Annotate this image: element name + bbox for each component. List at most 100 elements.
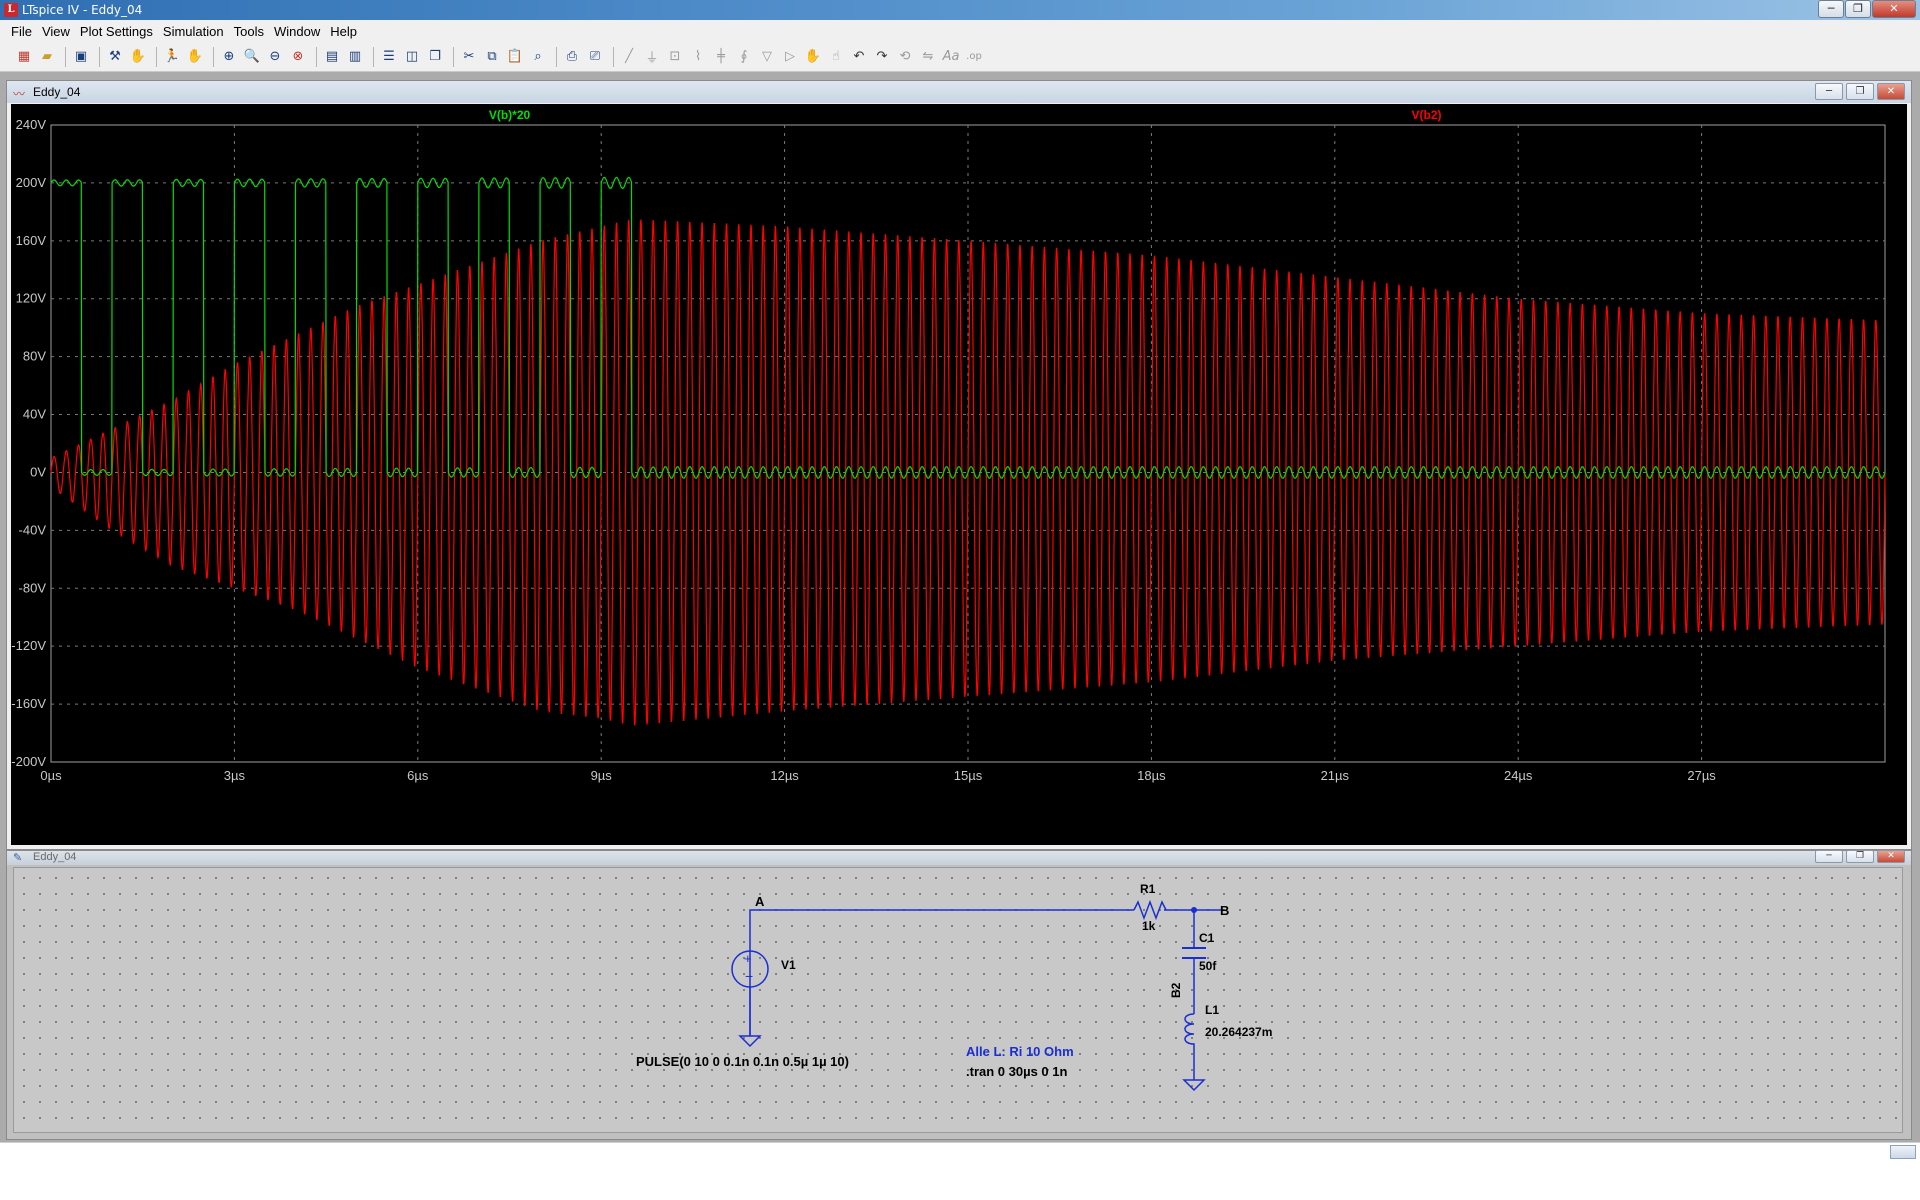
- menu-simulation[interactable]: Simulation: [158, 24, 229, 39]
- close-button[interactable]: ✕: [1872, 0, 1916, 18]
- capacitor-c1[interactable]: [1182, 947, 1206, 959]
- drag-icon[interactable]: ☝: [826, 46, 846, 68]
- control-panel-icon[interactable]: ⚒: [105, 46, 125, 68]
- x-tick-label: 27µs: [1687, 768, 1716, 783]
- c1-value-label[interactable]: 50f: [1199, 959, 1217, 973]
- undo-icon[interactable]: ↶: [849, 46, 869, 68]
- zoom-out-icon[interactable]: 🔍: [242, 46, 262, 68]
- comment-text[interactable]: Alle L: Ri 10 Ohm: [966, 1044, 1074, 1059]
- voltage-source-v1[interactable]: + −: [731, 950, 769, 988]
- halt-icon[interactable]: ✋: [128, 46, 148, 68]
- autorange-icon[interactable]: ▤: [322, 46, 342, 68]
- menu-plot-settings[interactable]: Plot Settings: [75, 24, 158, 39]
- v1-name-label[interactable]: V1: [781, 958, 796, 972]
- zoom-fit-icon[interactable]: ⊖: [265, 46, 285, 68]
- x-tick-label: 3µs: [224, 768, 246, 783]
- menu-window[interactable]: Window: [269, 24, 325, 39]
- minimize-button[interactable]: ─: [1818, 0, 1844, 18]
- run-icon[interactable]: 🏃: [162, 46, 182, 68]
- y-tick-label: 200V: [16, 175, 47, 190]
- schematic-maximize-button[interactable]: ❐: [1846, 850, 1874, 863]
- ground-icon[interactable]: ⏚: [642, 46, 662, 68]
- zoom-cancel-icon[interactable]: ⊗: [288, 46, 308, 68]
- plot-maximize-button[interactable]: ❐: [1846, 83, 1874, 100]
- spice-directive-text[interactable]: .tran 0 30µs 0 1n: [966, 1064, 1067, 1079]
- text-icon[interactable]: Aa: [941, 46, 961, 68]
- schematic-minimize-button[interactable]: ─: [1815, 850, 1843, 863]
- redo-icon[interactable]: ↷: [872, 46, 892, 68]
- schematic-window-controls: ─ ❐ ✕: [1812, 850, 1905, 863]
- print-icon[interactable]: ⎙: [562, 46, 582, 68]
- schematic-window[interactable]: ✎ Eddy_04 ─ ❐ ✕ + − A B R1 1k C1 50f B2 …: [6, 850, 1912, 1140]
- menu-tools[interactable]: Tools: [229, 24, 269, 39]
- print-preview-icon[interactable]: ⎚: [585, 46, 605, 68]
- l1-value-label[interactable]: 20.264237m: [1205, 1025, 1272, 1039]
- x-tick-label: 9µs: [591, 768, 613, 783]
- tile-vertical-icon[interactable]: ◫: [402, 46, 422, 68]
- paste-icon[interactable]: 📋: [505, 46, 525, 68]
- l1-name-label[interactable]: L1: [1205, 1003, 1219, 1017]
- inductor-icon[interactable]: ∮: [734, 46, 754, 68]
- waveform-icon: 〰: [13, 87, 26, 101]
- capacitor-icon[interactable]: ╪: [711, 46, 731, 68]
- r1-value-label[interactable]: 1k: [1142, 919, 1156, 933]
- junction-dot: [1191, 907, 1197, 913]
- waveform-svg[interactable]: 240V 200V 160V 120V 80V 40V 0V -40V -80V -120V -16…: [11, 104, 1907, 845]
- open-icon[interactable]: ▰: [37, 46, 57, 68]
- y-tick-label: -80V: [19, 580, 47, 595]
- component-icon[interactable]: ▷: [780, 46, 800, 68]
- new-schematic-icon[interactable]: ▦: [14, 46, 34, 68]
- zoom-in-icon[interactable]: ⊕: [219, 46, 239, 68]
- plot-minimize-button[interactable]: ─: [1815, 83, 1843, 100]
- node-label-a[interactable]: A: [755, 894, 765, 909]
- schematic-close-button[interactable]: ✕: [1877, 850, 1905, 863]
- inductor-l1[interactable]: [1184, 1013, 1195, 1048]
- menu-file[interactable]: File: [6, 24, 37, 39]
- menu-view[interactable]: View: [37, 24, 75, 39]
- diode-icon[interactable]: ▽: [757, 46, 777, 68]
- wire-a-to-r1[interactable]: [749, 909, 1134, 1036]
- tile-horizontal-icon[interactable]: ☰: [379, 46, 399, 68]
- c1-name-label[interactable]: C1: [1199, 931, 1215, 945]
- plot-window-titlebar[interactable]: 〰 Eddy_04 ─ ❐ ✕: [7, 81, 1911, 103]
- y-tick-label: -160V: [11, 696, 46, 711]
- find-icon[interactable]: ⌕: [528, 46, 548, 68]
- r1-name-label[interactable]: R1: [1140, 882, 1156, 896]
- save-icon[interactable]: ▣: [71, 46, 91, 68]
- resistor-r1[interactable]: [1133, 899, 1167, 921]
- mark-icon[interactable]: ▥: [345, 46, 365, 68]
- title-bar: L LTspice IV - Eddy_04 ─ ❐ ✕: [0, 0, 1920, 20]
- x-tick-label: 24µs: [1504, 768, 1533, 783]
- wire-icon[interactable]: ╱: [619, 46, 639, 68]
- b2-name-label[interactable]: B2: [1169, 982, 1183, 998]
- plot-close-button[interactable]: ✕: [1877, 83, 1905, 100]
- rotate-icon[interactable]: ⟲: [895, 46, 915, 68]
- pan-icon[interactable]: ✋: [185, 46, 205, 68]
- menu-help[interactable]: Help: [325, 24, 362, 39]
- node-label-b[interactable]: B: [1220, 903, 1229, 918]
- plot-window[interactable]: 〰 Eddy_04 ─ ❐ ✕ 240V 200V 160V 120V 80V 40V 0V…: [6, 80, 1912, 850]
- schematic-canvas[interactable]: + − A B R1 1k C1 50f B2 L1 20.264237m V1…: [13, 867, 1903, 1133]
- resize-grip[interactable]: [1890, 1145, 1916, 1159]
- trace-label: V(b)*20: [489, 108, 531, 122]
- schematic-svg[interactable]: + − A B R1 1k C1 50f B2 L1 20.264237m V1…: [14, 868, 1904, 1134]
- waveform-plot[interactable]: 240V 200V 160V 120V 80V 40V 0V -40V -80V -120V -16…: [11, 104, 1907, 845]
- toolbar-separator: [156, 46, 157, 67]
- label-icon[interactable]: ⊡: [665, 46, 685, 68]
- copy-icon[interactable]: ⧉: [482, 46, 502, 68]
- y-tick-label: 80V: [23, 349, 46, 364]
- resistor-icon[interactable]: ⌇: [688, 46, 708, 68]
- spice-directive-icon[interactable]: .op: [964, 46, 984, 68]
- move-icon[interactable]: ✋: [803, 46, 823, 68]
- toolbar-separator: [316, 46, 317, 67]
- cascade-icon[interactable]: ❐: [425, 46, 445, 68]
- cut-icon[interactable]: ✂: [459, 46, 479, 68]
- trace-label: V(b2): [1412, 108, 1442, 122]
- toolbar-separator: [556, 46, 557, 67]
- x-tick-label: 18µs: [1137, 768, 1166, 783]
- v1-value-label[interactable]: PULSE(0 10 0 0.1n 0.1n 0.5µ 1µ 10): [636, 1054, 849, 1069]
- ltspice-app: L LTspice IV - Eddy_04 ─ ❐ ✕ File View P…: [0, 0, 1920, 1200]
- schematic-window-titlebar[interactable]: ✎ Eddy_04 ─ ❐ ✕: [7, 850, 1911, 865]
- maximize-button[interactable]: ❐: [1845, 0, 1871, 18]
- mirror-icon[interactable]: ⇋: [918, 46, 938, 68]
